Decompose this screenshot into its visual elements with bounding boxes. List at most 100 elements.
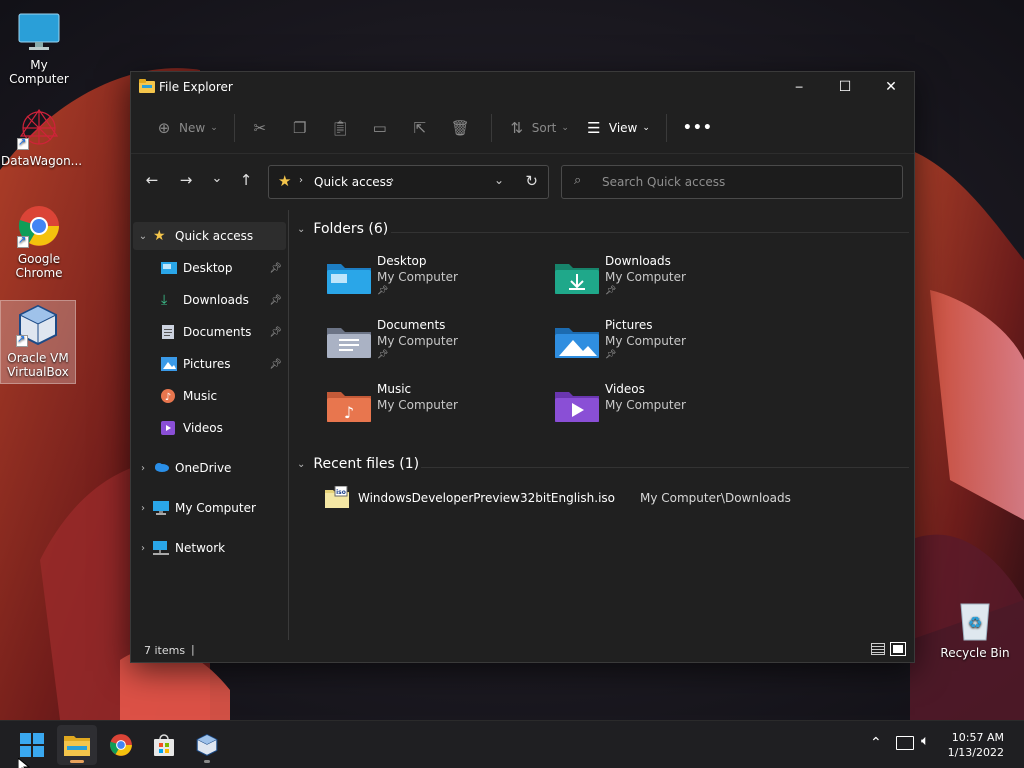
sidebar-item-documents[interactable]: Documents 📌︎ [133, 318, 286, 346]
folders-group-header[interactable]: ⌄ Folders (6) [297, 221, 388, 237]
paste-icon: 📋︎ [330, 118, 350, 137]
status-separator: | [191, 643, 195, 656]
chevron-down-icon[interactable]: ⌄ [297, 459, 305, 470]
recent-locations-button[interactable]: ⌄ [206, 171, 228, 193]
maximize-button[interactable]: ☐ [822, 72, 868, 102]
star-icon: ★ [278, 172, 292, 190]
back-button[interactable]: ← [141, 171, 163, 193]
cut-button[interactable]: ✂ [243, 112, 283, 144]
refresh-icon[interactable]: ↻ [525, 172, 538, 190]
folder-tile-desktop[interactable]: Desktop My Computer 📌︎ [327, 254, 547, 310]
address-bar[interactable]: ★ › Quick access › ⌄ ↻ [268, 165, 549, 199]
address-location[interactable]: Quick access [314, 175, 392, 189]
more-options-button[interactable]: ••• [675, 112, 721, 144]
chevron-down-icon[interactable]: ⌄ [133, 231, 153, 242]
taskbar-virtualbox[interactable] [187, 725, 227, 765]
sidebar-item-my-computer[interactable]: › My Computer [133, 494, 286, 522]
share-button[interactable]: ⇱ [403, 112, 443, 144]
folder-tile-music[interactable]: ♪ Music My Computer [327, 382, 547, 438]
command-bar: ⊕ New ⌄ ✂ ❐ 📋︎ ▭ ⇱ 🗑︎ ⇅ Sort ⌄ ☰ View ⌄ … [131, 102, 914, 154]
details-view-icon[interactable] [871, 643, 885, 655]
taskbar-chrome[interactable] [101, 725, 141, 765]
sidebar-item-label: Videos [183, 421, 223, 435]
share-icon: ⇱ [413, 118, 427, 137]
desktop-icon-label: Recycle Bin [940, 646, 1010, 660]
sidebar-item-desktop[interactable]: Desktop 📌︎ [133, 254, 286, 282]
folder-name: Documents [377, 318, 446, 332]
taskbar-file-explorer[interactable] [57, 725, 97, 765]
sidebar-item-pictures[interactable]: Pictures 📌︎ [133, 350, 286, 378]
pin-icon: 📌︎ [269, 294, 282, 306]
folder-tile-documents[interactable]: Documents My Computer 📌︎ [327, 318, 547, 374]
sidebar-item-label: Desktop [183, 261, 233, 275]
desktop-icon-my-computer[interactable]: My Computer [1, 10, 77, 86]
search-input[interactable]: Search Quick access [602, 175, 725, 189]
network-status-icon[interactable] [896, 736, 914, 750]
rename-button[interactable]: ▭ [363, 112, 403, 144]
sidebar-item-onedrive[interactable]: › OneDrive [133, 454, 286, 482]
folder-tile-downloads[interactable]: Downloads My Computer 📌︎ [555, 254, 775, 310]
sort-button[interactable]: ⇅ Sort ⌄ [500, 112, 577, 144]
folder-location: My Computer [605, 270, 686, 284]
delete-button[interactable]: 🗑︎ [443, 112, 483, 144]
desktop-folder-icon [161, 261, 177, 275]
close-icon: ✕ [885, 79, 897, 95]
sidebar-item-music[interactable]: ♪ Music [133, 382, 286, 410]
windows-logo-icon [20, 733, 44, 757]
sidebar-item-quick-access[interactable]: ⌄ ★ Quick access [133, 222, 286, 250]
svg-text:♪: ♪ [344, 403, 354, 422]
pin-icon: 📌︎ [269, 326, 282, 338]
folder-name: Videos [605, 382, 645, 396]
datawagon-logo-icon [17, 106, 61, 150]
recent-files-group-header[interactable]: ⌄ Recent files (1) [297, 456, 419, 472]
active-app-indicator [70, 760, 84, 763]
desktop-icon-google-chrome[interactable]: Google Chrome [1, 204, 77, 280]
close-button[interactable]: ✕ [868, 72, 914, 102]
show-hidden-icons-button[interactable]: ⌃ [870, 735, 882, 751]
chevron-down-icon[interactable]: ⌄ [297, 224, 305, 235]
folder-tile-pictures[interactable]: Pictures My Computer 📌︎ [555, 318, 775, 374]
volume-icon[interactable]: 🔈︎ [921, 733, 929, 749]
maximize-icon: ☐ [838, 79, 852, 95]
chevron-right-icon[interactable]: › [133, 503, 153, 514]
chevron-right-icon[interactable]: › [133, 543, 153, 554]
folders-group-title: Folders (6) [313, 221, 389, 237]
address-dropdown-icon[interactable]: ⌄ [494, 173, 504, 187]
pin-icon: 📌︎ [605, 286, 617, 296]
mouse-cursor-icon [18, 758, 30, 768]
folder-location: My Computer [377, 334, 458, 348]
file-explorer-icon [139, 79, 155, 93]
search-box[interactable]: ⌕ Search Quick access [561, 165, 903, 199]
tiles-view-icon[interactable] [890, 642, 906, 656]
sidebar-item-downloads[interactable]: ⤓ Downloads 📌︎ [133, 286, 286, 314]
plus-circle-icon: ⊕ [157, 118, 171, 137]
chevron-down-icon: ⌄ [211, 171, 223, 186]
cloud-icon [153, 461, 169, 475]
desktop-icon-datawagon[interactable]: DataWagon... [1, 106, 82, 168]
sort-label: Sort [531, 120, 557, 135]
desktop-icon-recycle-bin[interactable]: ♻ Recycle Bin [937, 598, 1013, 660]
new-button[interactable]: ⊕ New ⌄ [147, 112, 226, 144]
sort-icon: ⇅ [510, 118, 524, 137]
chevron-right-icon[interactable]: › [133, 463, 153, 474]
folder-location: My Computer [605, 398, 686, 412]
chrome-icon [110, 734, 132, 756]
taskbar: ⌃ 🔈︎ 10:57 AM 1/13/2022 [0, 720, 1024, 768]
view-list-icon: ☰ [587, 118, 601, 137]
up-button[interactable]: ↑ [235, 171, 257, 193]
title-bar[interactable]: File Explorer ─ ☐ ✕ [131, 72, 914, 102]
paste-button[interactable]: 📋︎ [323, 112, 363, 144]
taskbar-microsoft-store[interactable] [144, 725, 184, 765]
sidebar-item-network[interactable]: › Network [133, 534, 286, 562]
folder-tile-videos[interactable]: Videos My Computer [555, 382, 775, 438]
minimize-button[interactable]: ─ [776, 72, 822, 102]
star-icon: ★ [153, 228, 166, 244]
clock[interactable]: 10:57 AM 1/13/2022 [948, 730, 1004, 760]
copy-button[interactable]: ❐ [283, 112, 323, 144]
recent-file-row[interactable]: iso WindowsDeveloperPreview32bitEnglish.… [321, 486, 881, 510]
download-icon: ⤓ [161, 292, 168, 308]
sidebar-item-videos[interactable]: Videos [133, 414, 286, 442]
desktop-icon-virtualbox[interactable]: Oracle VM VirtualBox [0, 300, 76, 384]
view-button[interactable]: ☰ View ⌄ [577, 112, 658, 144]
forward-button[interactable]: → [175, 171, 197, 193]
